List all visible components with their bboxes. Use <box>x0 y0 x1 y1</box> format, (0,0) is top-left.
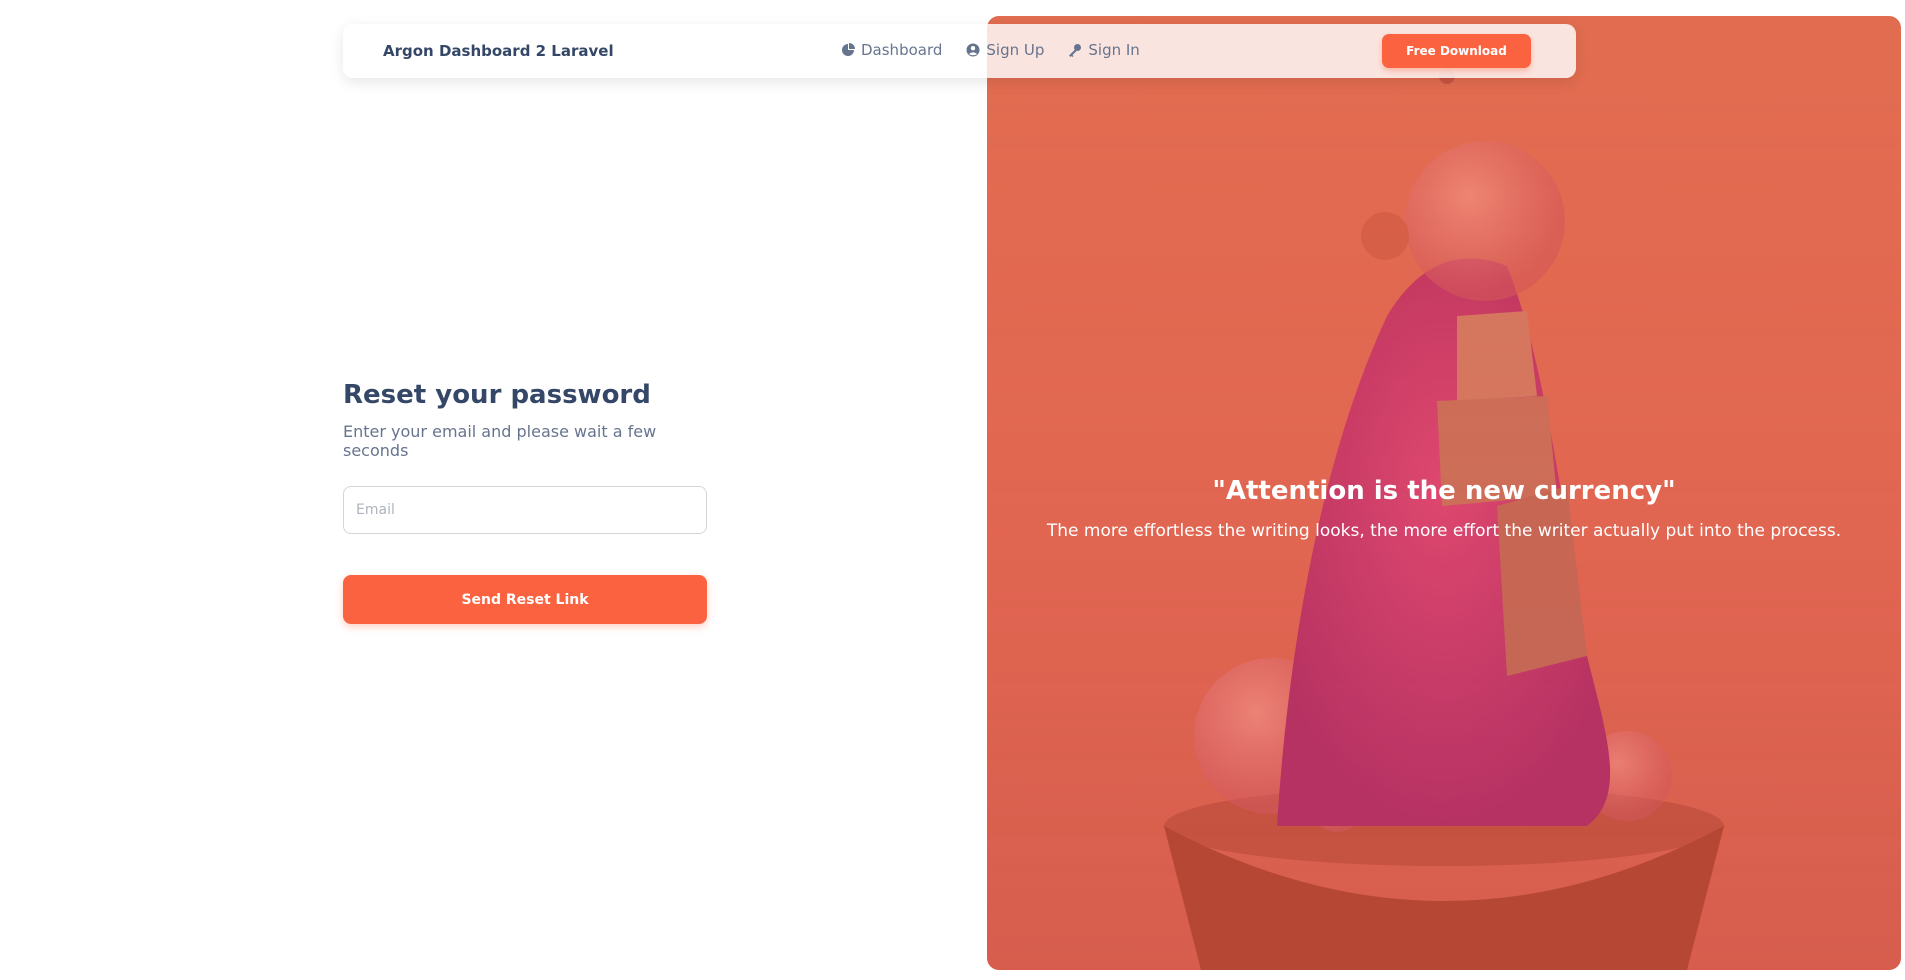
email-field[interactable] <box>343 486 707 534</box>
nav-sign-in[interactable]: Sign In <box>1068 41 1140 59</box>
hero-subtext: The more effortless the writing looks, t… <box>1046 521 1842 541</box>
reset-password-form: Reset your password Enter your email and… <box>343 380 707 624</box>
navbar: Argon Dashboard 2 Laravel Dashboard Sign… <box>343 24 1576 78</box>
hero-panel: "Attention is the new currency" The more… <box>987 16 1901 970</box>
free-download-button[interactable]: Free Download <box>1382 34 1531 68</box>
page-subtitle: Enter your email and please wait a few s… <box>343 422 657 460</box>
hero-quote: "Attention is the new currency" <box>1212 476 1676 506</box>
nav-sign-up[interactable]: Sign Up <box>966 41 1044 59</box>
page-title: Reset your password <box>343 380 651 410</box>
nav-sign-in-label: Sign In <box>1088 41 1140 59</box>
nav-links: Dashboard Sign Up Sign In <box>841 41 1164 59</box>
send-reset-link-button[interactable]: Send Reset Link <box>343 575 707 624</box>
pie-chart-icon <box>842 43 855 56</box>
key-icon <box>1069 44 1082 57</box>
nav-dashboard-label: Dashboard <box>861 41 943 59</box>
user-circle-icon <box>966 43 980 57</box>
brand-logo-text[interactable]: Argon Dashboard 2 Laravel <box>383 42 614 60</box>
nav-dashboard[interactable]: Dashboard <box>841 41 942 59</box>
nav-sign-up-label: Sign Up <box>986 41 1045 59</box>
